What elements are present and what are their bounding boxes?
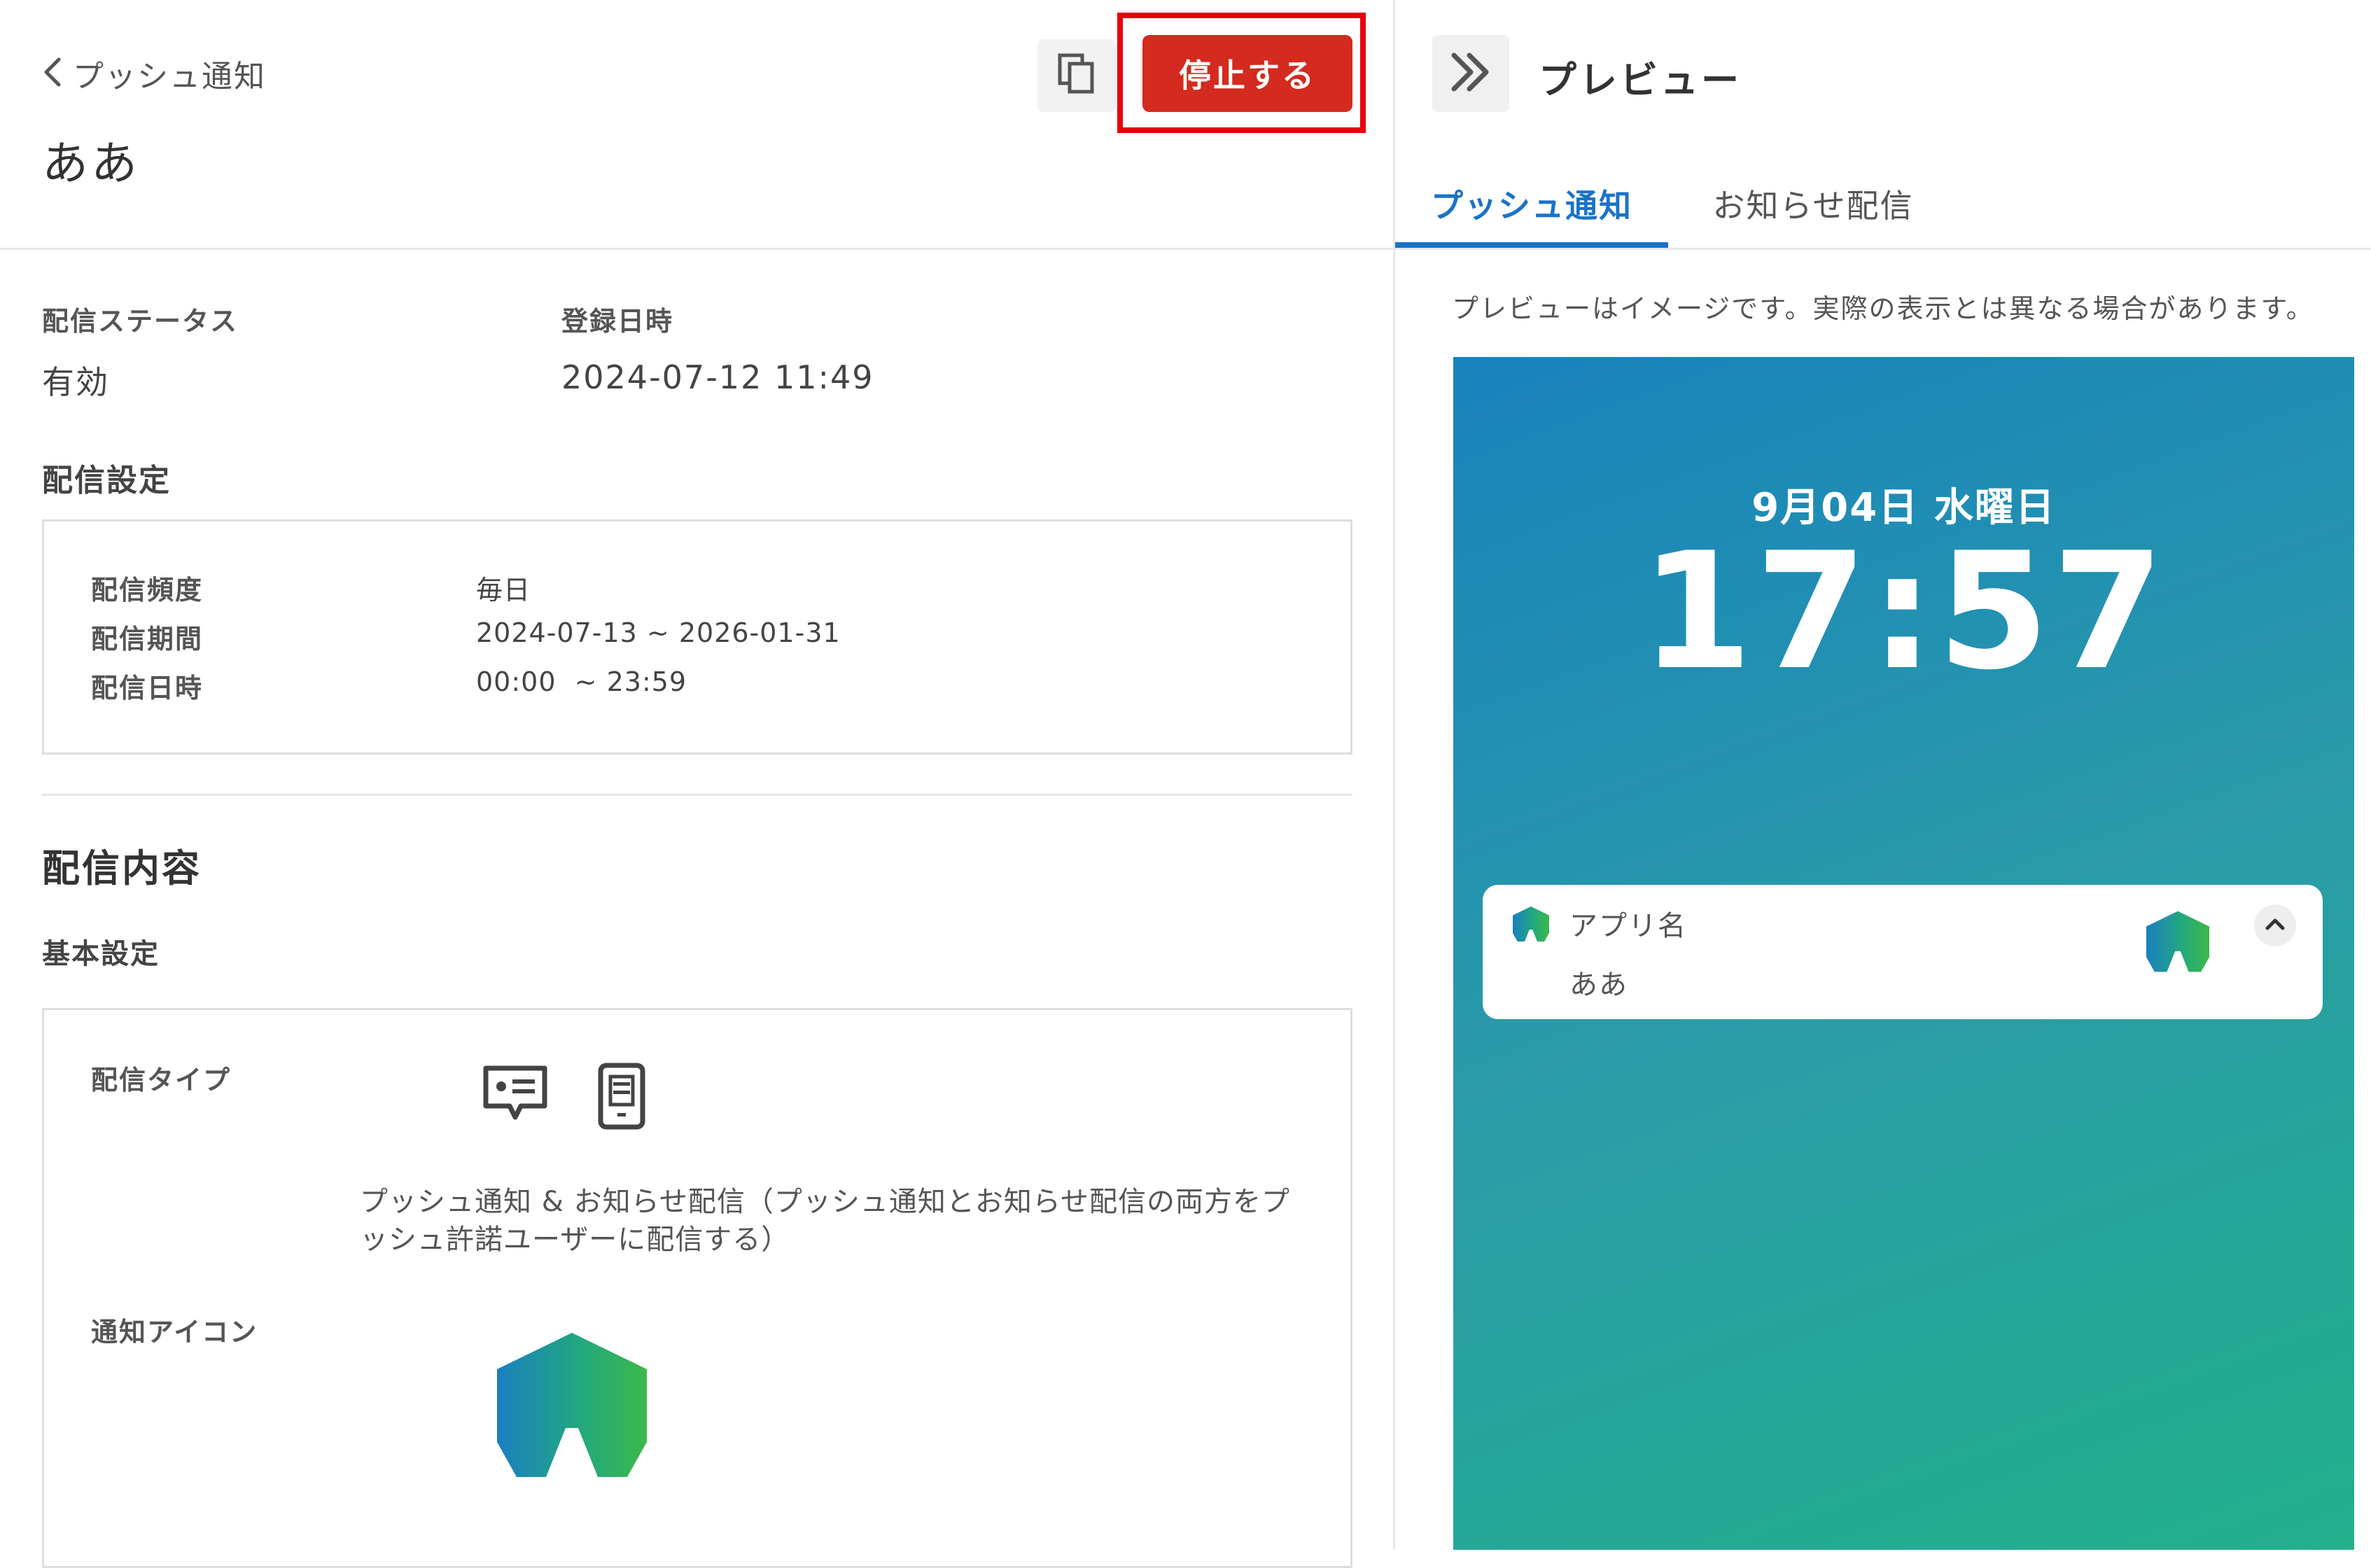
preview-header-separator (1395, 248, 2371, 250)
back-link-label: プッシュ通知 (73, 59, 266, 94)
content-settings-box (42, 1008, 1352, 1568)
preview-note: プレビューはイメージです。実際の表示とは異なる場合があります。 (1452, 293, 2314, 324)
tab-push-notification[interactable]: プッシュ通知 (1395, 181, 1668, 248)
delivery-type-description: プッシュ通知 & お知らせ配信（プッシュ通知とお知らせ配信の両方をプッシュ許諾ユ… (360, 1186, 1291, 1256)
preview-title: プレビュー (1539, 58, 1742, 102)
delivery-settings-heading: 配信設定 (42, 463, 171, 498)
app-small-icon (1512, 906, 1550, 945)
back-link[interactable]: プッシュ通知 (42, 49, 266, 98)
delivery-status-value: 有効 (42, 363, 109, 401)
app-logo-icon (494, 1330, 650, 1483)
copy-icon (1057, 52, 1096, 99)
registered-date-value: 2024-07-12 11:49 (561, 358, 874, 396)
registered-date-label: 登録日時 (561, 306, 674, 337)
time-label: 配信日時 (91, 673, 204, 704)
frequency-value: 毎日 (476, 575, 531, 606)
time-value: 00:00 ~ 23:59 (476, 666, 687, 697)
notification-large-icon (2145, 910, 2211, 976)
frequency-label: 配信頻度 (91, 575, 204, 606)
period-label: 配信期間 (91, 624, 204, 654)
tab-news-delivery[interactable]: お知らせ配信 (1694, 181, 1932, 248)
delivery-status-label: 配信ステータス (42, 306, 239, 337)
copy-button[interactable] (1037, 39, 1116, 112)
double-chevron-right-icon (1448, 51, 1493, 96)
delivery-type-label: 配信タイプ (91, 1065, 232, 1096)
page-title: ああ (42, 136, 140, 190)
notification-app-name: アプリ名 (1569, 910, 1687, 942)
content-heading: 配信内容 (42, 846, 202, 890)
collapse-preview-button[interactable] (1432, 35, 1509, 112)
active-tab-indicator (1395, 242, 1668, 248)
notification-expand-button[interactable] (2254, 904, 2296, 946)
chevron-left-icon (42, 57, 63, 90)
section-divider (42, 794, 1352, 796)
notification-message: ああ (1569, 969, 1628, 1001)
lock-screen-time: 17:57 (1640, 519, 2167, 706)
phone-icon (596, 1061, 647, 1134)
period-value: 2024-07-13 ~ 2026-01-31 (476, 617, 841, 648)
message-icon (480, 1063, 550, 1127)
chevron-up-icon (2265, 917, 2286, 934)
stop-button[interactable]: 停止する (1142, 35, 1352, 112)
header-separator (0, 248, 1393, 250)
basic-settings-label: 基本設定 (42, 938, 160, 970)
notification-icon-label: 通知アイコン (91, 1317, 258, 1348)
